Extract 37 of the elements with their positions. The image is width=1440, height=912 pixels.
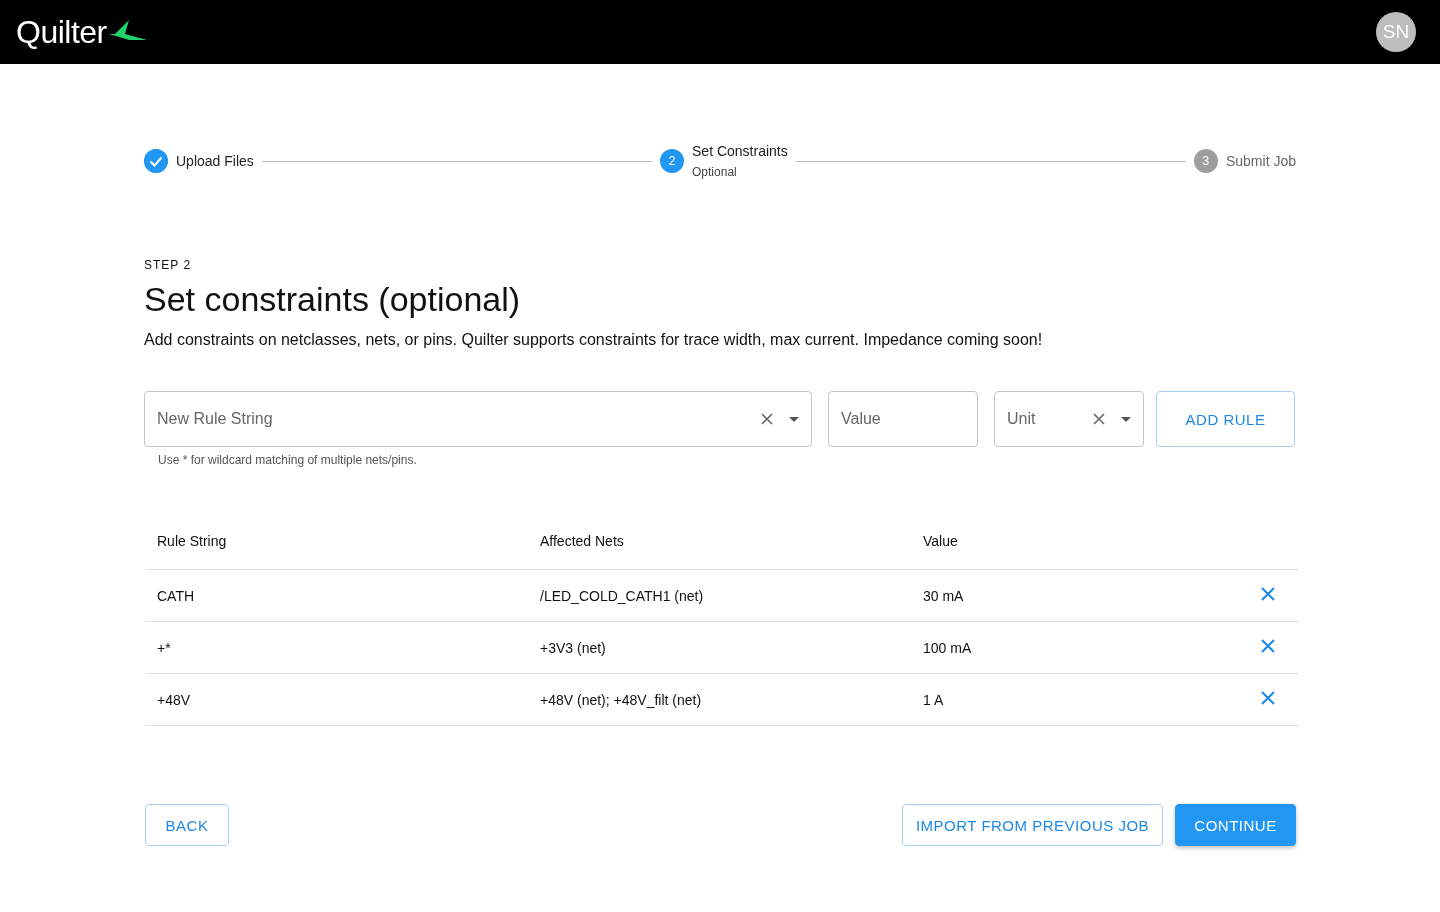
dropdown-caret-icon[interactable] (789, 416, 799, 422)
helper-text: Use * for wildcard matching of multiple nets/pins. (158, 453, 418, 467)
step-label: Upload Files (176, 153, 254, 169)
step-caption: STEP 2 (144, 258, 193, 272)
rule-string-select[interactable]: New Rule String (144, 391, 812, 447)
page-description: Add constraints on netclasses, nets, or pins. Quilter supports constraints for trace width, max current. Impedance coming soon! (144, 331, 1044, 349)
clear-icon[interactable] (761, 413, 773, 425)
column-header: Rule String (146, 513, 529, 570)
table-cell: +3V3 (net) (529, 621, 912, 674)
continue-button[interactable]: CONTINUE (1175, 804, 1296, 846)
back-button[interactable]: BACK (145, 804, 229, 846)
column-header: Value (912, 513, 1237, 570)
add-rule-button[interactable]: ADD RULE (1156, 391, 1295, 447)
table-cell: 1 A (912, 673, 1237, 726)
clear-icon[interactable] (1093, 413, 1105, 425)
dropdown-caret-icon[interactable] (1121, 416, 1131, 422)
step-label: Submit Job (1225, 153, 1296, 169)
logo-text: Quilter (16, 13, 107, 51)
step-sublabel: Optional (692, 165, 738, 179)
delete-icon[interactable] (1261, 587, 1275, 601)
import-button[interactable]: IMPORT FROM PREVIOUS JOB (902, 804, 1163, 846)
table-cell: CATH (146, 569, 529, 622)
table-cell: 100 mA (912, 621, 1237, 674)
table-cell: /LED_COLD_CATH1 (net) (529, 569, 912, 622)
step-number: 3 (1193, 149, 1218, 173)
step-number: 2 (660, 149, 685, 173)
step-label: Set Constraints (692, 143, 788, 159)
column-header: Affected Nets (529, 513, 912, 570)
delete-icon[interactable] (1261, 639, 1275, 653)
table-cell: +* (146, 621, 529, 674)
table-cell: +48V (net); +48V_filt (net) (529, 673, 912, 726)
value-field[interactable]: Value (828, 391, 978, 447)
delete-icon[interactable] (1261, 691, 1275, 705)
table-cell: +48V (146, 673, 529, 726)
unit-select[interactable]: Unit (994, 391, 1144, 447)
page-title: Set constraints (optional) (144, 280, 522, 319)
table-cell: 30 mA (912, 569, 1237, 622)
